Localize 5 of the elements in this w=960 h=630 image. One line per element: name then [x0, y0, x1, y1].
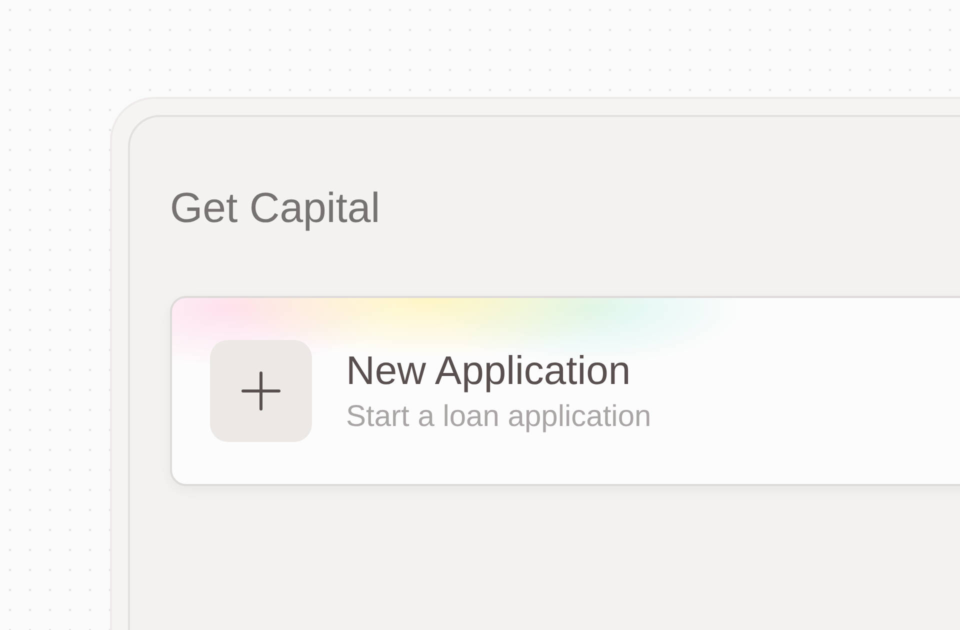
plus-icon [210, 340, 312, 442]
card-title: New Application [346, 348, 632, 394]
panel-title: Get Capital [170, 183, 382, 233]
new-application-card[interactable]: New Application Start a loan application [170, 296, 960, 486]
card-subtitle: Start a loan application [346, 400, 652, 434]
